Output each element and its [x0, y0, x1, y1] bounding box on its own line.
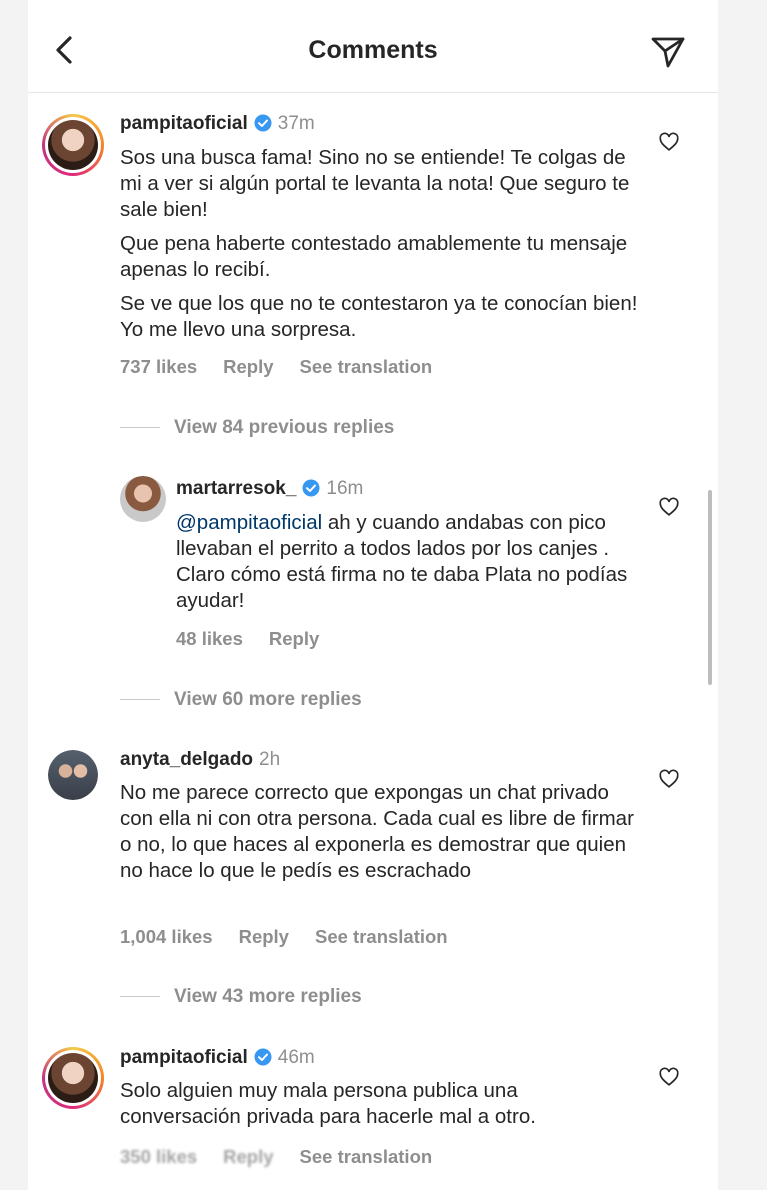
divider [120, 699, 160, 701]
see-translation-link[interactable]: See translation [300, 1146, 433, 1167]
comment-time: 2h [259, 749, 281, 770]
divider [120, 427, 160, 429]
view-replies-button[interactable]: View 84 previous replies [120, 417, 394, 439]
view-replies-label: View 43 more replies [174, 986, 362, 1007]
comment-text: No me parece correcto que expongas un ch… [120, 780, 640, 884]
header: Comments [28, 0, 718, 93]
page-title: Comments [308, 36, 438, 64]
comment-username[interactable]: anyta_delgado [120, 749, 253, 770]
comment-paragraph: Se ve que los que no te contestaron ya t… [120, 292, 638, 341]
avatar[interactable] [42, 1047, 104, 1109]
comment-body: No me parece correcto que expongas un ch… [120, 781, 634, 882]
comments-screen: Comments pampitaoficial 37m Sos una busca… [28, 0, 718, 1190]
comment-username[interactable]: martarresok_ [176, 478, 296, 499]
view-replies-label: View 84 previous replies [174, 417, 395, 438]
share-button[interactable] [648, 30, 688, 70]
likes-count[interactable]: 1,004 likes [120, 926, 213, 947]
likes-count[interactable]: 48 likes [176, 628, 243, 649]
see-translation-link[interactable]: See translation [315, 926, 448, 947]
comment-username[interactable]: pampitaoficial [120, 1047, 248, 1068]
comment-paragraph: Que pena haberte contestado amablemente … [120, 232, 628, 281]
likes-count[interactable]: 737 likes [120, 356, 197, 377]
heart-icon[interactable] [658, 1066, 680, 1088]
verified-badge-icon [254, 114, 272, 132]
mention-link[interactable]: @pampitaoficial [176, 511, 322, 534]
comment-username[interactable]: pampitaoficial [120, 113, 248, 134]
comment-body: Solo alguien muy mala persona publica un… [120, 1079, 536, 1128]
verified-badge-icon [302, 479, 320, 497]
comment-time: 37m [277, 113, 315, 134]
likes-count[interactable]: 350 likes [120, 1146, 197, 1167]
view-replies-button[interactable]: View 43 more replies [120, 986, 362, 1008]
heart-icon[interactable] [658, 131, 680, 153]
reply-button[interactable]: Reply [223, 1146, 273, 1167]
avatar[interactable] [48, 750, 98, 800]
comment-text: Sos una busca fama! Sino no se entiende!… [120, 145, 640, 351]
reply-button[interactable]: Reply [269, 628, 319, 649]
comment-time: 46m [277, 1047, 315, 1068]
heart-icon[interactable] [658, 768, 680, 790]
comment-text: @pampitaoficial ah y cuando andabas con … [176, 510, 636, 614]
avatar[interactable] [42, 114, 104, 176]
reply-button[interactable]: Reply [239, 926, 289, 947]
heart-icon[interactable] [658, 496, 680, 518]
divider [120, 996, 160, 998]
verified-badge-icon [254, 1048, 272, 1066]
scrollbar[interactable] [708, 490, 712, 685]
reply-button[interactable]: Reply [223, 356, 273, 377]
paper-plane-icon [651, 37, 685, 68]
comment-text: Solo alguien muy mala persona publica un… [120, 1078, 640, 1130]
view-replies-button[interactable]: View 60 more replies [120, 689, 362, 711]
avatar[interactable] [120, 476, 166, 522]
view-replies-label: View 60 more replies [174, 689, 362, 710]
see-translation-link[interactable]: See translation [300, 356, 433, 377]
comment-paragraph: Sos una busca fama! Sino no se entiende!… [120, 146, 630, 221]
comment-time: 16m [326, 478, 364, 499]
